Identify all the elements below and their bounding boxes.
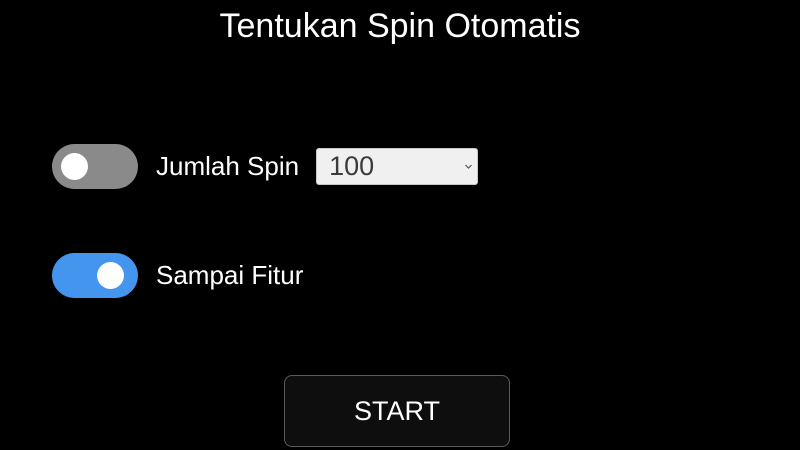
spin-count-label: Jumlah Spin	[156, 151, 300, 181]
until-feature-label: Sampai Fitur	[156, 260, 304, 290]
spin-count-select[interactable]: 100	[316, 148, 479, 185]
toggle-knob	[97, 262, 124, 289]
auto-spin-dialog: Tentukan Spin Otomatis Jumlah Spin 100 S…	[0, 0, 800, 450]
spin-count-row: Jumlah Spin 100	[52, 144, 479, 189]
until-feature-toggle[interactable]	[52, 253, 138, 298]
spin-count-toggle[interactable]	[52, 144, 138, 189]
chevron-down-icon	[465, 164, 473, 169]
spin-count-selected-value: 100	[329, 151, 375, 181]
page-title: Tentukan Spin Otomatis	[219, 7, 581, 45]
until-feature-row: Sampai Fitur	[52, 253, 303, 298]
toggle-knob	[61, 153, 88, 180]
start-button[interactable]: START	[284, 375, 510, 447]
